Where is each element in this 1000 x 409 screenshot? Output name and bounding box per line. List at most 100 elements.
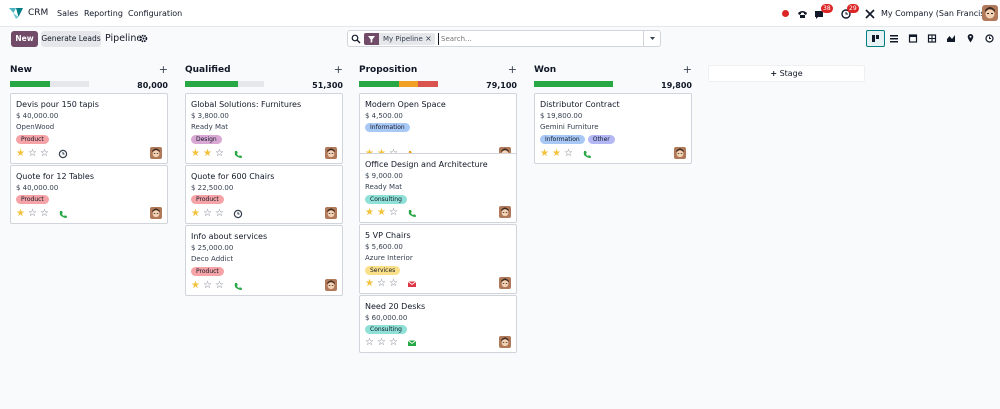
priority-star-icon[interactable]: ☆: [203, 208, 212, 219]
priority-star-icon[interactable]: ★: [365, 207, 374, 218]
opportunity-card[interactable]: Distributor Contract $ 19,800.00 Gemini Fu…: [534, 93, 692, 164]
card-footer: ★ ☆ ☆: [16, 148, 68, 159]
column-progress-bar[interactable]: [359, 81, 438, 87]
graph-view-button[interactable]: [942, 30, 961, 47]
priority-star-icon[interactable]: ☆: [28, 148, 37, 159]
add-card-icon[interactable]: +: [508, 63, 517, 76]
generate-leads-button[interactable]: Generate Leads: [41, 31, 101, 47]
opportunity-card[interactable]: Need 20 Desks $ 60,000.00 Consulting ☆ ☆ ☆: [359, 295, 517, 353]
priority-star-icon[interactable]: ☆: [215, 148, 224, 159]
crm-logo-icon[interactable]: [9, 7, 23, 19]
map-view-button[interactable]: [961, 30, 980, 47]
priority-star-icon[interactable]: ☆: [28, 208, 37, 219]
remove-facet-icon[interactable]: ×: [425, 34, 432, 43]
salesperson-avatar[interactable]: [674, 147, 686, 159]
priority-star-icon[interactable]: ☆: [203, 280, 212, 291]
priority-star-icon[interactable]: ★: [191, 208, 200, 219]
phone-icon[interactable]: [582, 149, 592, 159]
add-card-icon[interactable]: +: [683, 63, 692, 76]
progress-segment[interactable]: [185, 81, 238, 87]
menu-reporting[interactable]: Reporting: [84, 9, 123, 18]
progress-segment[interactable]: [359, 81, 399, 87]
opportunity-card[interactable]: Quote for 600 Chairs $ 22,500.00 Product ★ ☆…: [185, 165, 343, 224]
priority-star-icon[interactable]: ★: [377, 207, 386, 218]
card-tags: Information Other: [540, 135, 615, 144]
clock-icon[interactable]: [58, 149, 68, 159]
priority-star-icon[interactable]: ☆: [389, 207, 398, 218]
column-progress-bar[interactable]: [185, 81, 264, 87]
status-dot-icon[interactable]: [782, 10, 789, 17]
salesperson-avatar[interactable]: [325, 207, 337, 219]
company-switcher[interactable]: My Company (San Francisco): [881, 9, 997, 18]
tools-icon[interactable]: [864, 6, 876, 22]
progress-segment[interactable]: [49, 81, 89, 87]
opportunity-card[interactable]: Info about services $ 25,000.00 Deco Addic…: [185, 225, 343, 296]
add-card-icon[interactable]: +: [334, 63, 343, 76]
salesperson-avatar[interactable]: [499, 206, 511, 218]
activity-view-button[interactable]: [980, 30, 999, 47]
priority-star-icon[interactable]: ★: [191, 280, 200, 291]
opportunity-card[interactable]: Quote for 12 Tables $ 40,000.00 Product ★ ☆ ☆: [10, 165, 168, 224]
priority-star-icon[interactable]: ★: [191, 148, 200, 159]
search-icon[interactable]: [351, 34, 361, 44]
salesperson-avatar[interactable]: [325, 279, 337, 291]
priority-star-icon[interactable]: ★: [16, 148, 25, 159]
app-name[interactable]: CRM: [28, 8, 48, 18]
calendar-view-button[interactable]: [904, 30, 923, 47]
search-options-toggle[interactable]: [643, 31, 660, 46]
clock-icon[interactable]: [233, 209, 243, 219]
search-input[interactable]: [438, 33, 638, 45]
add-stage-button[interactable]: + Stage: [708, 65, 865, 82]
priority-star-icon[interactable]: ☆: [389, 278, 398, 289]
progress-segment[interactable]: [10, 81, 50, 87]
kanban-view-button[interactable]: [866, 30, 885, 47]
phone-icon[interactable]: [58, 209, 68, 219]
gear-icon[interactable]: [139, 34, 148, 43]
menu-configuration[interactable]: Configuration: [128, 9, 182, 18]
list-view-button[interactable]: [885, 30, 904, 47]
priority-star-icon[interactable]: ★: [540, 148, 549, 159]
priority-star-icon[interactable]: ☆: [215, 208, 224, 219]
menu-sales[interactable]: Sales: [57, 9, 78, 18]
priority-star-icon[interactable]: ★: [16, 208, 25, 219]
priority-star-icon[interactable]: ☆: [377, 278, 386, 289]
priority-star-icon[interactable]: ☆: [40, 208, 49, 219]
priority-star-icon[interactable]: ☆: [564, 148, 573, 159]
progress-segment[interactable]: [534, 81, 613, 87]
new-button[interactable]: New: [11, 31, 38, 47]
priority-star-icon[interactable]: ☆: [40, 148, 49, 159]
add-card-icon[interactable]: +: [159, 63, 168, 76]
column-progress-bar[interactable]: [10, 81, 89, 87]
opportunity-card[interactable]: Global Solutions: Furnitures $ 3,800.00 Re…: [185, 93, 343, 164]
opportunity-card[interactable]: 5 VP Chairs $ 5,600.00 Azure Interior Servi…: [359, 224, 517, 294]
card-tags: Services: [365, 266, 401, 275]
phone-call-icon[interactable]: [797, 6, 808, 22]
card-footer: ★ ☆ ☆: [191, 280, 243, 291]
salesperson-avatar[interactable]: [150, 147, 162, 159]
tag-badge: Product: [16, 195, 49, 204]
pivot-view-button[interactable]: [923, 30, 942, 47]
email-icon[interactable]: [407, 338, 417, 348]
user-avatar[interactable]: [982, 5, 998, 21]
phone-icon[interactable]: [407, 208, 417, 218]
priority-star-icon[interactable]: ☆: [389, 337, 398, 348]
opportunity-card[interactable]: Devis pour 150 tapis $ 40,000.00 OpenWood P…: [10, 93, 168, 164]
salesperson-avatar[interactable]: [325, 147, 337, 159]
salesperson-avatar[interactable]: [499, 277, 511, 289]
opportunity-card[interactable]: Office Design and Architecture $ 9,000.00…: [359, 153, 517, 223]
priority-star-icon[interactable]: ☆: [215, 280, 224, 291]
priority-star-icon[interactable]: ★: [203, 148, 212, 159]
salesperson-avatar[interactable]: [499, 336, 511, 348]
progress-segment[interactable]: [237, 81, 264, 87]
priority-star-icon[interactable]: ☆: [365, 337, 374, 348]
salesperson-avatar[interactable]: [150, 207, 162, 219]
email-red-icon[interactable]: [407, 279, 417, 289]
priority-star-icon[interactable]: ★: [552, 148, 561, 159]
priority-star-icon[interactable]: ☆: [377, 337, 386, 348]
phone-icon[interactable]: [233, 281, 243, 291]
progress-segment[interactable]: [418, 81, 438, 87]
progress-segment[interactable]: [398, 81, 419, 87]
phone-icon[interactable]: [233, 149, 243, 159]
priority-star-icon[interactable]: ★: [365, 278, 374, 289]
column-progress-bar[interactable]: [534, 81, 613, 87]
